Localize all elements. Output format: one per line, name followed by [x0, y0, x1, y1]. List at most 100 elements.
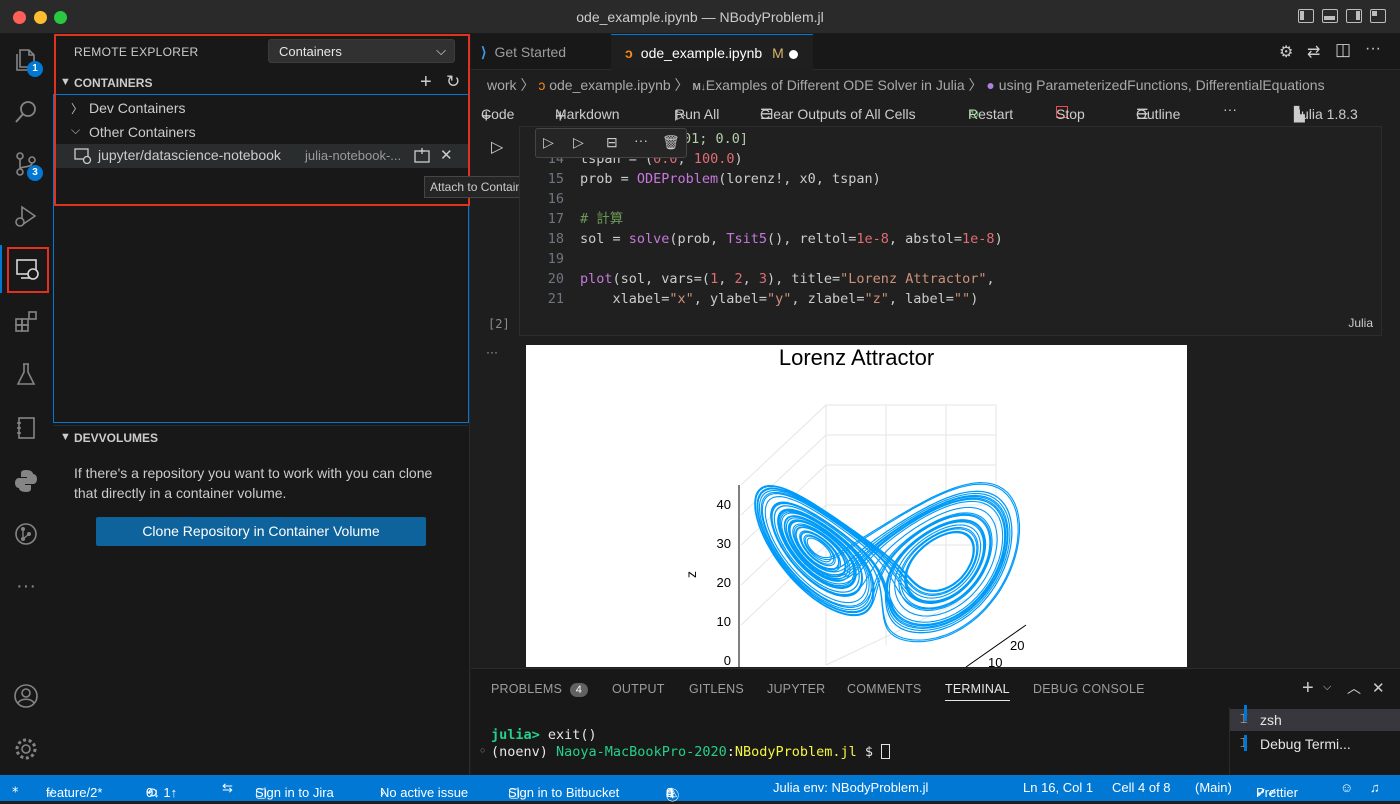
settings-gear-icon[interactable] — [0, 725, 52, 773]
terminal-dir: NBodyProblem.jl — [734, 744, 857, 760]
breadcrumb-cell[interactable]: using ParameterizedFunctions, Differenti… — [999, 77, 1325, 93]
feedback-icon[interactable]: ☺ — [1340, 780, 1353, 795]
terminal-decoration-icon: ○ — [480, 745, 486, 755]
remote-indicator-icon[interactable]: ⁎ — [12, 780, 19, 796]
customize-layout-icon[interactable] — [1370, 9, 1386, 23]
run-and-debug-icon[interactable] — [0, 192, 52, 240]
terminal-command: exit() — [539, 727, 597, 743]
stop-label: Stop — [1056, 106, 1085, 122]
notebook-icon[interactable] — [0, 404, 52, 452]
panel-tab-jupyter[interactable]: JUPYTER — [767, 682, 825, 696]
panel-tab-debug-console[interactable]: DEBUG CONSOLE — [1033, 682, 1145, 696]
breadcrumb-section[interactable]: Examples of Different ODE Solver in Juli… — [706, 77, 965, 93]
panel-tab-comments[interactable]: COMMENTS — [847, 682, 922, 696]
z-tick-label: 40 — [717, 497, 731, 512]
plot-grid — [740, 404, 997, 666]
testing-flask-icon[interactable] — [0, 350, 52, 398]
plot-output: Lorenz Attractor 40 30 20 10 0 20 10 z — [526, 345, 1187, 667]
clone-repository-button[interactable]: Clone Repository in Container Volume — [96, 517, 426, 546]
terminal-item-debug[interactable]: ⌶ Debug Termi... — [1230, 733, 1400, 755]
cell-language[interactable]: Julia — [1348, 316, 1373, 330]
code-line: prob = ODEProblem(lorenz!, x0, tspan) — [580, 171, 881, 187]
output-more-icon[interactable]: ··· — [486, 345, 498, 359]
toolbar-more-icon[interactable]: ··· — [1223, 101, 1237, 117]
chevron-down-icon[interactable]: ⌵ — [1323, 681, 1331, 694]
execute-below-icon[interactable]: ▷ — [573, 134, 584, 151]
toggle-primary-sidebar-icon[interactable] — [1298, 9, 1314, 23]
notebook-settings-gear-icon[interactable]: ⚙ — [1279, 42, 1293, 62]
panel-tab-problems[interactable]: PROBLEMS 4 — [491, 682, 589, 697]
code-partial-line: 01; 0.0] — [683, 131, 749, 147]
new-terminal-icon[interactable]: + — [1302, 677, 1314, 700]
toggle-panel-icon[interactable] — [1322, 9, 1338, 23]
breadcrumb-file[interactable]: ode_example.ipynb — [549, 77, 670, 93]
devvolumes-description: If there's a repository you want to work… — [74, 465, 433, 501]
z-tick-label: 30 — [717, 536, 731, 551]
run-cell-icon[interactable]: ▷ — [491, 137, 503, 157]
notifications-bell-icon[interactable]: ♫ — [1370, 780, 1380, 795]
run-all-label: Run All — [675, 106, 720, 122]
z-axis-label: z — [683, 571, 699, 578]
split-cell-icon[interactable]: ⊟ — [606, 134, 618, 151]
jupyter-icon: ↄ — [625, 45, 633, 61]
terminal-output[interactable]: julia> exit() (noenv) Naoya-MacBookPro-2… — [491, 727, 891, 761]
close-panel-icon[interactable]: ✕ — [1372, 679, 1385, 697]
attractor-series — [754, 482, 1021, 643]
delete-cell-icon[interactable]: 🗑 — [662, 134, 680, 151]
tab-ode-example[interactable]: ↄ ode_example.ipynb M — [611, 34, 813, 70]
terminal-name: zsh — [1260, 712, 1282, 728]
jupyter-icon: ↄ — [538, 77, 546, 93]
source-control-icon[interactable]: 3 — [0, 140, 52, 188]
activity-bar: 1 3 ··· — [0, 34, 52, 775]
add-markdown-label: Markdown — [555, 106, 620, 122]
julia-module[interactable]: (Main) — [1195, 780, 1232, 795]
toggle-secondary-sidebar-icon[interactable] — [1346, 9, 1362, 23]
z-tick-label: 0 — [724, 653, 731, 667]
maximize-panel-icon[interactable]: ︿ — [1347, 678, 1361, 698]
chevron-down-icon: ▼ — [60, 431, 71, 443]
jira-label: Sign in to Jira — [255, 785, 334, 800]
panel-tab-gitlens[interactable]: GITLENS — [689, 682, 744, 696]
julia-env[interactable]: Julia env: NBodyProblem.jl — [773, 780, 928, 795]
terminal-item-zsh[interactable]: ⌶ zsh — [1230, 709, 1400, 731]
code-line: sol = solve(prob, Tsit5(), reltol=1e-8, … — [580, 231, 1003, 247]
cell-position[interactable]: Cell 4 of 8 — [1112, 780, 1171, 795]
python-icon[interactable] — [0, 457, 52, 505]
add-code-label: Code — [481, 106, 515, 122]
open-changes-icon[interactable]: ⇄ — [1307, 42, 1320, 62]
status-bar: ⁎ ⑂ feature/2* ⟲ 0↓ 1↑ ⇆ ▢ Sign in to Ji… — [0, 775, 1400, 803]
line-number: 16 — [547, 191, 564, 207]
terminal-list: ⌶ zsh ⌶ Debug Termi... — [1229, 707, 1400, 776]
more-views-icon[interactable]: ··· — [0, 562, 52, 610]
issue-label: No active issue — [380, 785, 469, 800]
y-tick-label: 10 — [988, 655, 1002, 667]
devvolumes-section-header[interactable]: ▼ DEVVOLUMES — [54, 425, 468, 449]
terminal-name: Debug Termi... — [1260, 736, 1351, 752]
panel-tab-terminal[interactable]: TERMINAL — [945, 682, 1010, 701]
code-line: # 計算 — [580, 211, 624, 227]
panel-tab-output[interactable]: OUTPUT — [612, 682, 665, 696]
more-actions-icon[interactable]: ··· — [1365, 40, 1381, 58]
cell-more-icon[interactable]: ··· — [634, 132, 648, 148]
editor-tabs: ⟩ Get Started ↄ ode_example.ipynb M ⚙ ⇄ ◫ … — [471, 34, 1400, 70]
breadcrumb-folder[interactable]: work — [487, 77, 517, 93]
search-icon[interactable] — [0, 88, 52, 136]
ports-icon[interactable]: ⇆ — [222, 780, 233, 796]
unsaved-dot-icon[interactable] — [789, 50, 798, 59]
cursor-position[interactable]: Ln 16, Col 1 — [1023, 780, 1093, 795]
tab-get-started[interactable]: ⟩ Get Started — [471, 34, 609, 70]
explorer-icon[interactable]: 1 — [0, 36, 52, 84]
remote-explorer-highlight — [7, 247, 49, 293]
split-editor-icon[interactable]: ◫ — [1335, 40, 1351, 60]
extensions-icon[interactable] — [0, 298, 52, 346]
chevron-right-icon: 〉 — [968, 77, 983, 93]
code-line: plot(sol, vars=(1, 2, 3), title="Lorenz … — [580, 271, 995, 287]
execute-above-icon[interactable]: ▷ — [543, 134, 554, 151]
sync-label: 0↓ 1↑ — [146, 785, 178, 800]
git-graph-icon[interactable] — [0, 510, 52, 558]
execution-count: [2] — [488, 317, 510, 331]
accounts-icon[interactable] — [0, 672, 52, 720]
terminal-indicator — [1244, 735, 1247, 751]
terminal-sep: : — [726, 744, 735, 760]
kernel-label: Julia 1.8.3 — [1294, 106, 1358, 122]
